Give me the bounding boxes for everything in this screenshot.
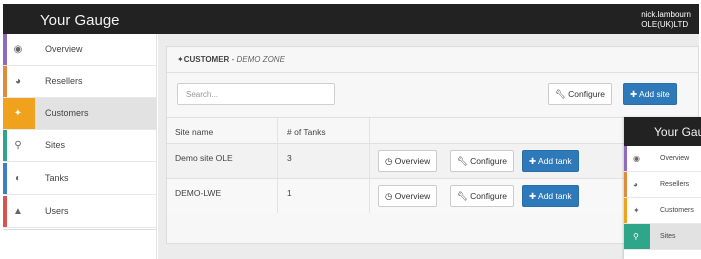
overlay-item-sites[interactable]: ⚲ Sites xyxy=(624,224,701,250)
configure-row-button-label: Configure xyxy=(470,191,508,201)
column-divider xyxy=(369,179,370,213)
column-header-site-name: Site name xyxy=(175,127,214,137)
overview-button[interactable]: ◷ Overview xyxy=(378,185,438,207)
user-name: nick.lambourn xyxy=(641,10,691,19)
sidebar-item-label: Overview xyxy=(45,44,83,54)
wrench-icon: 🔧︎ xyxy=(457,191,468,201)
overview-button[interactable]: ◷ Overview xyxy=(378,150,438,172)
dashboard-icon: ◉ xyxy=(13,44,23,55)
overview-button-label: Overview xyxy=(394,156,431,166)
configure-row-button-label: Configure xyxy=(470,156,508,166)
column-divider xyxy=(369,118,370,143)
sidebar-item-resellers[interactable]: ◕ Resellers xyxy=(3,66,157,98)
sidebar-item-users[interactable]: ▲ Users xyxy=(3,196,157,228)
panel-header: ✦CUSTOMER - DEMO ZONE xyxy=(167,47,698,73)
configure-row-button[interactable]: 🔧︎ Configure xyxy=(450,150,515,172)
tank-icon: ◐ xyxy=(14,173,22,184)
dashboard-icon: ◷ xyxy=(385,156,393,166)
brand-logo[interactable]: Your Gauge xyxy=(40,12,120,29)
overlay-item-overview[interactable]: ◉ Overview xyxy=(624,146,701,172)
column-divider xyxy=(277,179,278,213)
configure-button-label: Configure xyxy=(568,89,606,99)
table-row: DEMO-LWE 1 ◷ Overview 🔧︎ Configure ✚ Add… xyxy=(167,178,698,213)
sidebar-item-tanks[interactable]: ◐ Tanks xyxy=(3,163,157,195)
user-icon: ▲ xyxy=(13,206,23,217)
users-icon: ✦ xyxy=(177,55,184,64)
wrench-icon: 🔧︎ xyxy=(555,89,566,99)
overlay-item-label: Sites xyxy=(660,233,676,240)
sidebar: ◉ Overview ◕ Resellers ✦ Customers ⚲ Sit… xyxy=(3,34,157,259)
sidebar-accent xyxy=(624,172,627,197)
sidebar-item-sites[interactable]: ⚲ Sites xyxy=(3,130,157,162)
column-divider xyxy=(277,118,278,143)
add-tank-button-label: Add tank xyxy=(538,191,572,201)
sidebar-accent xyxy=(624,146,627,171)
overlay-item-label: Overview xyxy=(660,155,690,162)
site-name-cell: DEMO-LWE xyxy=(175,188,222,198)
plus-icon: ✚ xyxy=(529,156,537,166)
configure-button[interactable]: 🔧︎ Configure xyxy=(548,83,613,105)
overlay-item-resellers[interactable]: ◕ Resellers xyxy=(624,172,701,198)
sidebar-item-label: Tanks xyxy=(45,173,69,183)
overlay-item-customers[interactable]: ✦ Customers xyxy=(624,198,701,224)
table-row: Demo site OLE 3 ◷ Overview 🔧︎ Configure … xyxy=(167,143,698,178)
main-content: ✦CUSTOMER - DEMO ZONE Search... 🔧︎ Confi… xyxy=(158,34,699,259)
dashboard-icon: ◉ xyxy=(633,154,640,163)
sidebar-accent xyxy=(3,66,7,97)
add-tank-button-label: Add tank xyxy=(538,156,572,166)
tank-count-cell: 3 xyxy=(287,153,292,163)
sidebar-accent xyxy=(3,196,7,227)
page-title-main: CUSTOMER xyxy=(183,55,230,64)
add-tank-button[interactable]: ✚ Add tank xyxy=(522,150,579,172)
page-title: ✦CUSTOMER - DEMO ZONE xyxy=(177,55,285,64)
globe-icon: ◕ xyxy=(14,76,22,87)
sidebar-item-label: Users xyxy=(45,206,69,216)
configure-row-button[interactable]: 🔧︎ Configure xyxy=(450,185,515,207)
search-input[interactable]: Search... xyxy=(177,83,335,105)
sidebar-divider xyxy=(3,229,157,230)
user-org: OLE(UK)LTD xyxy=(641,20,689,29)
add-tank-button[interactable]: ✚ Add tank xyxy=(522,185,579,207)
plus-icon: ✚ xyxy=(630,89,638,99)
sidebar-accent xyxy=(624,198,627,223)
sidebar-accent xyxy=(3,130,7,161)
sidebar-item-label: Sites xyxy=(45,140,66,150)
plus-icon: ✚ xyxy=(529,191,537,201)
add-site-button-label: Add site xyxy=(639,89,670,99)
sidebar-item-customers[interactable]: ✦ Customers xyxy=(3,98,157,130)
overlay-item-label: Customers xyxy=(660,207,694,214)
tank-count-cell: 1 xyxy=(287,188,292,198)
top-navbar: Your Gauge nick.lambourn OLE(UK)LTD xyxy=(3,4,699,34)
dashboard-icon: ◷ xyxy=(385,191,393,201)
add-site-button[interactable]: ✚ Add site xyxy=(623,83,677,105)
sidebar-item-label: Resellers xyxy=(45,76,83,86)
column-header-tanks: # of Tanks xyxy=(287,127,326,137)
user-menu[interactable]: nick.lambourn OLE(UK)LTD xyxy=(641,10,691,30)
overlay-item-label: Resellers xyxy=(660,181,690,188)
page-title-context: DEMO ZONE xyxy=(236,55,285,64)
sidebar-accent xyxy=(3,34,7,65)
site-name-cell: Demo site OLE xyxy=(175,153,233,163)
wrench-icon: 🔧︎ xyxy=(457,156,468,166)
map-marker-icon: ⚲ xyxy=(14,140,22,151)
column-divider xyxy=(369,144,370,178)
customer-panel: ✦CUSTOMER - DEMO ZONE Search... 🔧︎ Confi… xyxy=(166,46,699,244)
globe-icon: ◕ xyxy=(633,180,638,189)
users-icon: ✦ xyxy=(13,108,23,119)
overview-button-label: Overview xyxy=(394,191,431,201)
overlay-navbar: Your Gauge xyxy=(624,117,701,146)
sidebar-item-label: Customers xyxy=(45,108,89,118)
column-divider xyxy=(277,144,278,178)
sidebar-accent xyxy=(3,163,7,194)
overlay-sidebar-preview: Your Gauge ◉ Overview ◕ Resellers ✦ Cust… xyxy=(624,117,701,259)
sidebar-item-overview[interactable]: ◉ Overview xyxy=(3,34,157,66)
map-marker-icon: ⚲ xyxy=(633,232,639,241)
overlay-brand-logo: Your Gauge xyxy=(654,125,701,139)
table-header-row: Site name # of Tanks xyxy=(167,117,698,143)
users-icon: ✦ xyxy=(633,206,640,215)
